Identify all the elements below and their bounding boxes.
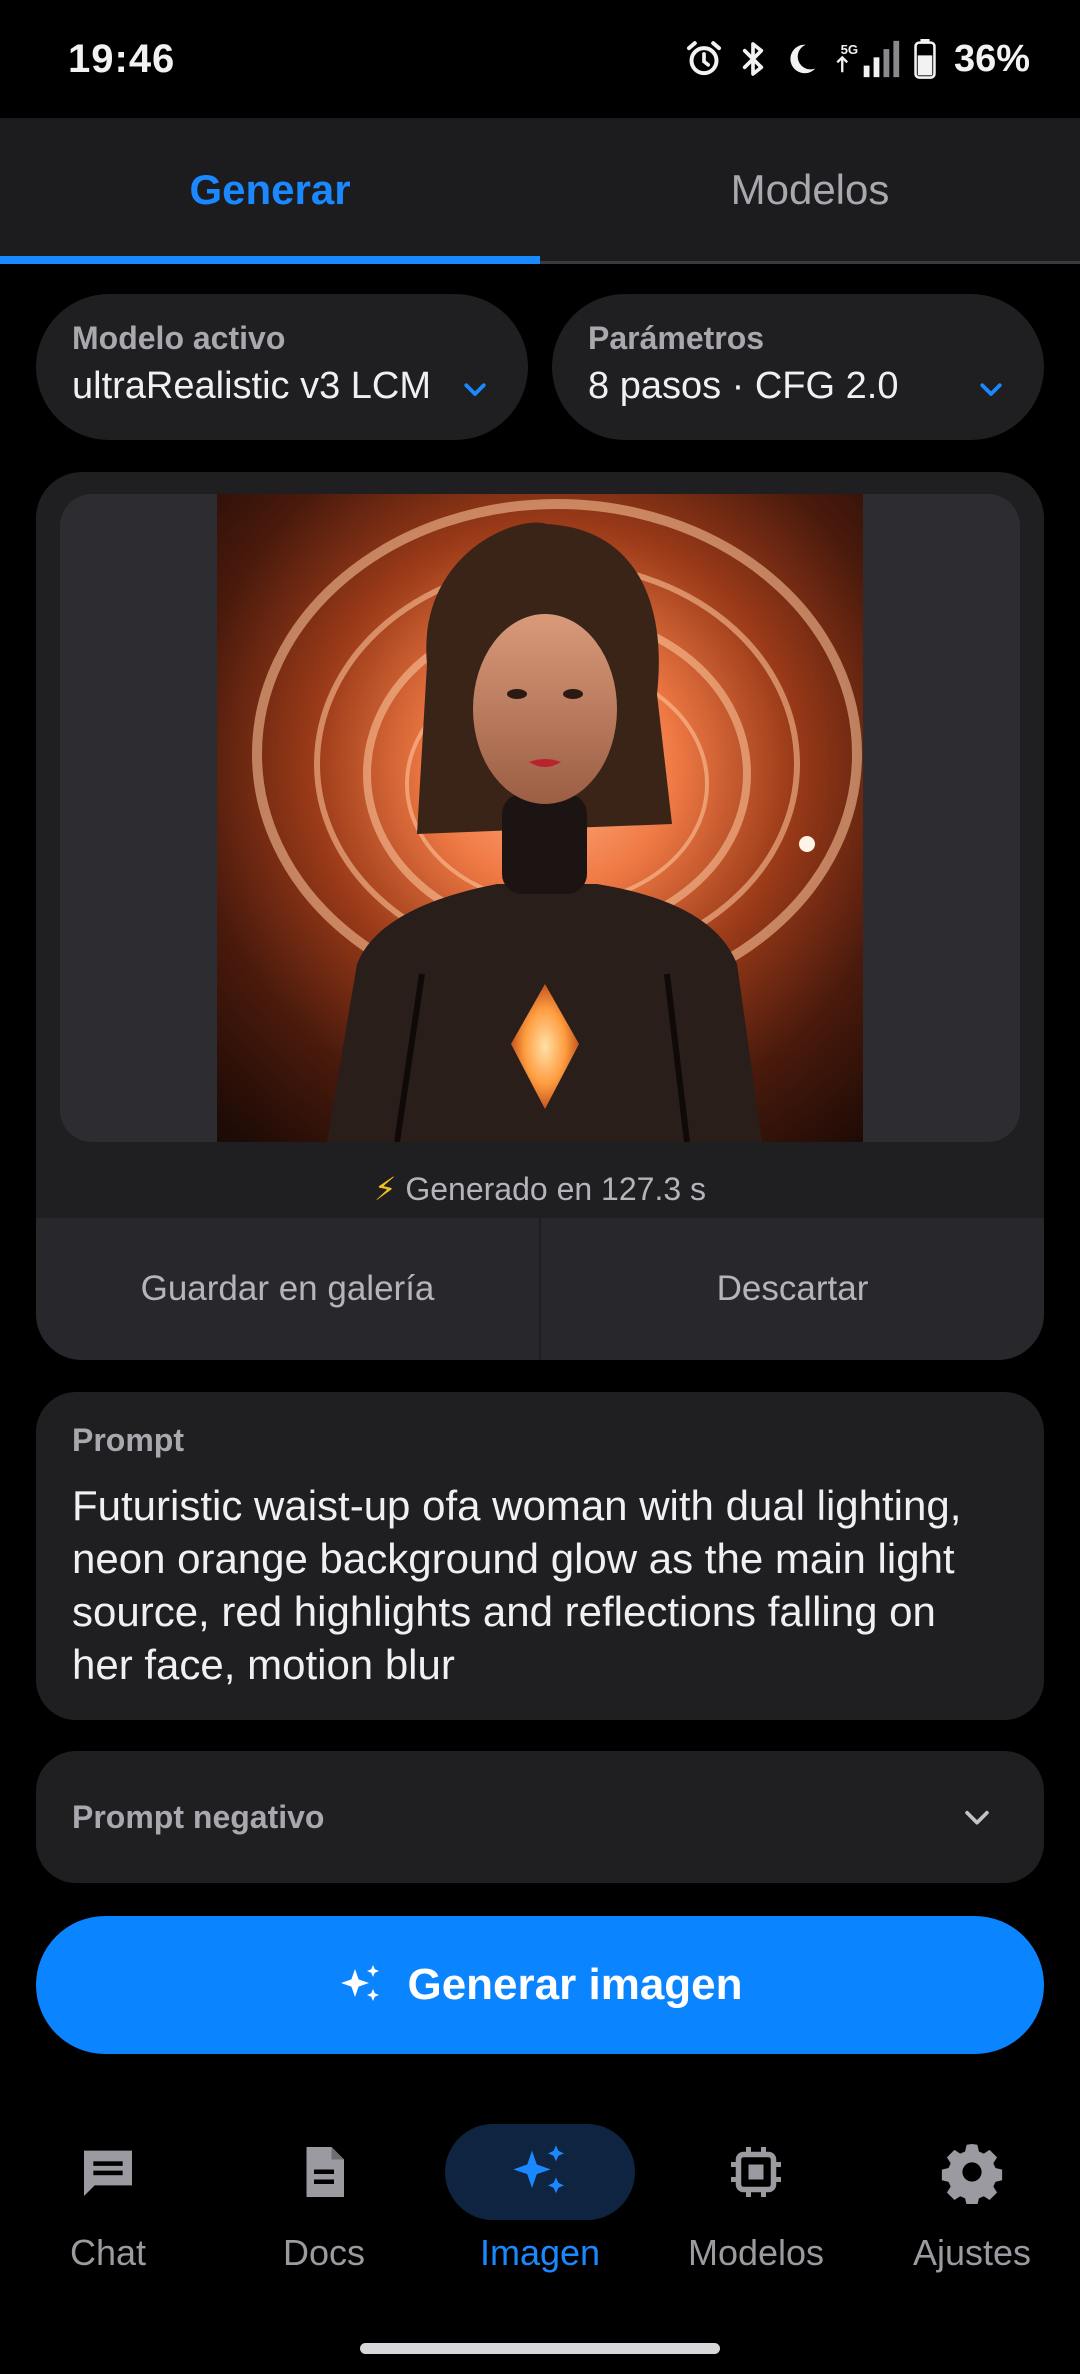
prompt-field[interactable]: Prompt Futuristic waist-up ofa woman wit… <box>36 1392 1044 1720</box>
battery-icon <box>914 39 936 79</box>
status-bar: 19:46 5G 36% <box>0 0 1080 118</box>
alarm-icon <box>686 41 721 76</box>
save-to-gallery-button[interactable]: Guardar en galería <box>36 1218 539 1360</box>
generated-image[interactable] <box>217 494 863 1142</box>
bluetooth-icon <box>742 42 764 76</box>
generation-time: ⚡ Generado en 127.3 s <box>36 1170 1044 1208</box>
top-tabs: Generar Modelos <box>0 118 1080 264</box>
chip-icon <box>731 2147 781 2197</box>
svg-text:5G: 5G <box>841 42 859 57</box>
params-selector[interactable]: Parámetros 8 pasos · CFG 2.0 <box>552 294 1044 440</box>
image-frame <box>60 494 1020 1142</box>
model-selector[interactable]: Modelo activo ultraRealistic v3 LCM <box>36 294 528 440</box>
chat-icon <box>84 2150 132 2196</box>
nav-label-imagen: Imagen <box>479 2232 601 2273</box>
status-icons: 5G 36% <box>684 38 1030 81</box>
nav-item-chat[interactable]: Chat <box>0 2104 216 2314</box>
result-card: ⚡ Generado en 127.3 s Guardar en galería… <box>36 472 1044 1360</box>
nav-label-ajustes: Ajustes <box>912 2232 1032 2273</box>
prompt-label: Prompt <box>72 1422 184 1458</box>
nav-item-imagen[interactable]: Imagen <box>432 2104 648 2314</box>
result-actions: Guardar en galería Descartar <box>36 1218 1044 1360</box>
status-time: 19:46 <box>68 36 176 81</box>
nav-item-ajustes[interactable]: Ajustes <box>864 2104 1080 2314</box>
chevron-down-icon <box>965 1810 989 1825</box>
params-selector-label: Parámetros <box>588 320 765 356</box>
signal-icon: 5G <box>836 40 900 78</box>
nav-item-modelos[interactable]: Modelos <box>648 2104 864 2314</box>
params-selector-value: 8 pasos · CFG 2.0 <box>588 365 899 407</box>
negative-prompt-label: Prompt negativo <box>72 1798 325 1835</box>
moon-icon <box>790 44 816 74</box>
bolt-icon: ⚡ <box>373 1171 397 1207</box>
gear-icon <box>941 2144 1003 2204</box>
chevron-down-icon <box>464 383 486 396</box>
discard-button[interactable]: Descartar <box>539 1218 1044 1360</box>
chevron-down-icon <box>980 383 1002 396</box>
generation-time-text: Generado en 127.3 s <box>405 1171 707 1207</box>
nav-label-chat: Chat <box>69 2232 147 2273</box>
document-icon <box>306 2147 344 2197</box>
negative-prompt-toggle[interactable]: Prompt negativo <box>36 1751 1044 1883</box>
model-selector-label: Modelo activo <box>72 320 286 356</box>
bottom-nav: Chat Docs Imagen Modelos Ajustes <box>0 2104 1080 2314</box>
prompt-text[interactable]: Futuristic waist-up ofa woman with dual … <box>72 1479 1008 1691</box>
battery-percent: 36% <box>953 37 1030 80</box>
home-indicator[interactable] <box>360 2343 720 2354</box>
nav-item-docs[interactable]: Docs <box>216 2104 432 2314</box>
tab-modelos[interactable]: Modelos <box>540 118 1080 261</box>
model-selector-value: ultraRealistic v3 LCM <box>72 365 431 407</box>
generate-image-button[interactable]: Generar imagen <box>36 1916 1044 2054</box>
nav-label-docs: Docs <box>282 2232 366 2273</box>
nav-label-modelos: Modelos <box>687 2232 825 2273</box>
sparkles-icon <box>513 2145 564 2194</box>
generate-image-label: Generar imagen <box>407 1960 743 2009</box>
tab-generar[interactable]: Generar <box>0 118 540 264</box>
sparkles-icon <box>341 1965 380 2001</box>
